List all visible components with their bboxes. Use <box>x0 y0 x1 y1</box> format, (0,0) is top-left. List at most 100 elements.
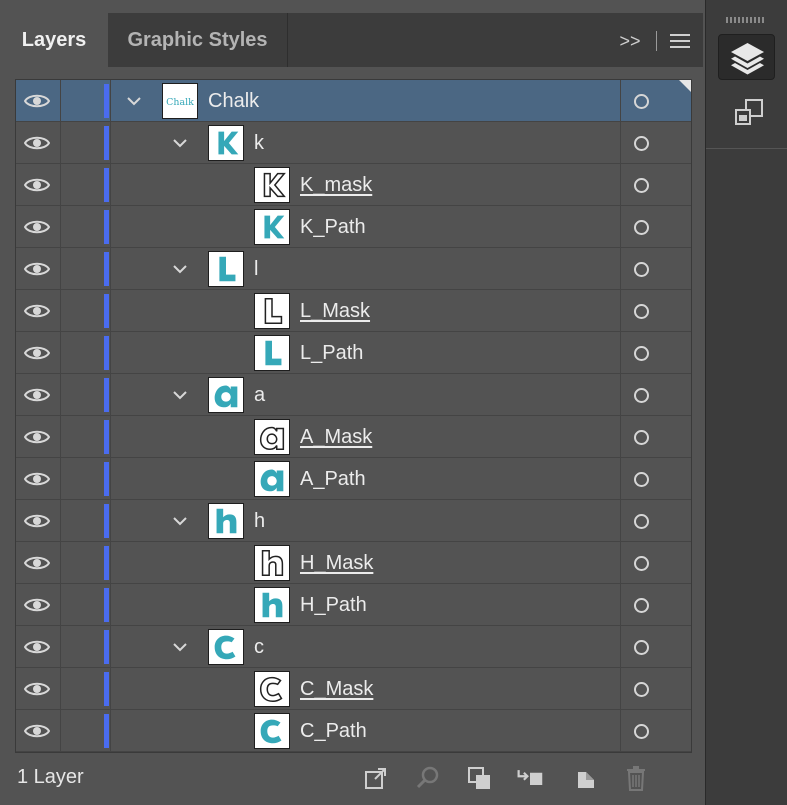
chevron-down-icon[interactable] <box>172 639 188 655</box>
eye-icon[interactable] <box>23 386 51 404</box>
layer-name[interactable]: l <box>254 248 258 290</box>
layer-name[interactable]: C_Mask <box>300 668 373 710</box>
target-circle-icon[interactable] <box>634 556 649 571</box>
layer-name[interactable]: h <box>254 500 265 542</box>
target-circle-icon[interactable] <box>634 262 649 277</box>
lock-toggle[interactable] <box>61 416 103 458</box>
lock-toggle[interactable] <box>61 458 103 500</box>
target-circle-icon[interactable] <box>634 724 649 739</box>
column-divider <box>620 542 621 584</box>
layer-name[interactable]: L_Mask <box>300 290 370 332</box>
chevron-down-icon[interactable] <box>172 387 188 403</box>
eye-icon[interactable] <box>23 428 51 446</box>
target-circle-icon[interactable] <box>634 94 649 109</box>
eye-icon[interactable] <box>23 638 51 656</box>
layer-name[interactable]: A_Mask <box>300 416 372 458</box>
layer-name[interactable]: Chalk <box>208 80 259 122</box>
chevron-down-icon[interactable] <box>126 93 142 109</box>
dock-layers-button[interactable] <box>718 34 775 80</box>
lock-toggle[interactable] <box>61 80 103 122</box>
lock-toggle[interactable] <box>61 584 103 626</box>
column-divider <box>110 332 111 374</box>
eye-icon[interactable] <box>23 722 51 740</box>
layer-row[interactable]: K_Path <box>16 206 691 248</box>
eye-icon[interactable] <box>23 302 51 320</box>
layer-name[interactable]: K_Path <box>300 206 366 248</box>
target-circle-icon[interactable] <box>634 640 649 655</box>
target-circle-icon[interactable] <box>634 304 649 319</box>
layer-tree[interactable]: Chalk Chalk k K_mask K_Pathl L_Mask L_Patha A_M… <box>15 79 692 753</box>
lock-toggle[interactable] <box>61 122 103 164</box>
chevron-down-icon[interactable] <box>172 261 188 277</box>
lock-toggle[interactable] <box>61 206 103 248</box>
lock-toggle[interactable] <box>61 164 103 206</box>
target-circle-icon[interactable] <box>634 346 649 361</box>
eye-icon[interactable] <box>23 554 51 572</box>
new-sublayer-icon[interactable] <box>516 764 544 792</box>
layer-name[interactable]: H_Path <box>300 584 367 626</box>
target-circle-icon[interactable] <box>634 514 649 529</box>
layer-row[interactable]: A_Mask <box>16 416 691 458</box>
layer-name[interactable]: A_Path <box>300 458 366 500</box>
clipping-mask-icon[interactable] <box>466 764 494 792</box>
layer-row[interactable]: Chalk Chalk <box>16 80 691 122</box>
target-circle-icon[interactable] <box>634 136 649 151</box>
target-circle-icon[interactable] <box>634 388 649 403</box>
lock-toggle[interactable] <box>61 710 103 752</box>
layer-name[interactable]: a <box>254 374 265 416</box>
hamburger-menu-icon[interactable] <box>668 30 692 52</box>
new-layer-icon[interactable] <box>572 764 600 792</box>
eye-icon[interactable] <box>23 134 51 152</box>
tab-layers[interactable]: Layers <box>0 13 108 67</box>
lock-toggle[interactable] <box>61 374 103 416</box>
layer-name[interactable]: C_Path <box>300 710 367 752</box>
layer-row[interactable]: h <box>16 500 691 542</box>
lock-toggle[interactable] <box>61 542 103 584</box>
target-circle-icon[interactable] <box>634 682 649 697</box>
chevron-down-icon[interactable] <box>172 135 188 151</box>
layer-row[interactable]: A_Path <box>16 458 691 500</box>
collapse-panel-icon[interactable]: >> <box>612 26 648 56</box>
eye-icon[interactable] <box>23 470 51 488</box>
layer-name[interactable]: k <box>254 122 264 164</box>
lock-toggle[interactable] <box>61 290 103 332</box>
target-circle-icon[interactable] <box>634 598 649 613</box>
eye-icon[interactable] <box>23 512 51 530</box>
export-icon[interactable] <box>362 764 390 792</box>
lock-toggle[interactable] <box>61 332 103 374</box>
eye-icon[interactable] <box>23 176 51 194</box>
layer-row[interactable]: C_Path <box>16 710 691 752</box>
target-circle-icon[interactable] <box>634 430 649 445</box>
eye-icon[interactable] <box>23 260 51 278</box>
dock-grip-handle[interactable] <box>726 17 766 23</box>
layer-row[interactable]: k <box>16 122 691 164</box>
target-circle-icon[interactable] <box>634 220 649 235</box>
chevron-down-icon[interactable] <box>172 513 188 529</box>
layer-row[interactable]: l <box>16 248 691 290</box>
layer-name[interactable]: c <box>254 626 264 668</box>
layer-row[interactable]: a <box>16 374 691 416</box>
eye-icon[interactable] <box>23 344 51 362</box>
layer-row[interactable]: H_Mask <box>16 542 691 584</box>
eye-icon[interactable] <box>23 218 51 236</box>
layer-row[interactable]: c <box>16 626 691 668</box>
layer-row[interactable]: L_Mask <box>16 290 691 332</box>
layer-row[interactable]: L_Path <box>16 332 691 374</box>
lock-toggle[interactable] <box>61 248 103 290</box>
layer-row[interactable]: H_Path <box>16 584 691 626</box>
dock-artboards-button[interactable] <box>718 92 775 138</box>
layer-row[interactable]: C_Mask <box>16 668 691 710</box>
layer-name[interactable]: H_Mask <box>300 542 373 584</box>
lock-toggle[interactable] <box>61 626 103 668</box>
layer-name[interactable]: K_mask <box>300 164 372 206</box>
lock-toggle[interactable] <box>61 500 103 542</box>
eye-icon[interactable] <box>23 92 51 110</box>
layer-row[interactable]: K_mask <box>16 164 691 206</box>
eye-icon[interactable] <box>23 596 51 614</box>
eye-icon[interactable] <box>23 680 51 698</box>
layer-name[interactable]: L_Path <box>300 332 363 374</box>
tab-graphic-styles[interactable]: Graphic Styles <box>108 13 288 67</box>
lock-toggle[interactable] <box>61 668 103 710</box>
target-circle-icon[interactable] <box>634 178 649 193</box>
target-circle-icon[interactable] <box>634 472 649 487</box>
